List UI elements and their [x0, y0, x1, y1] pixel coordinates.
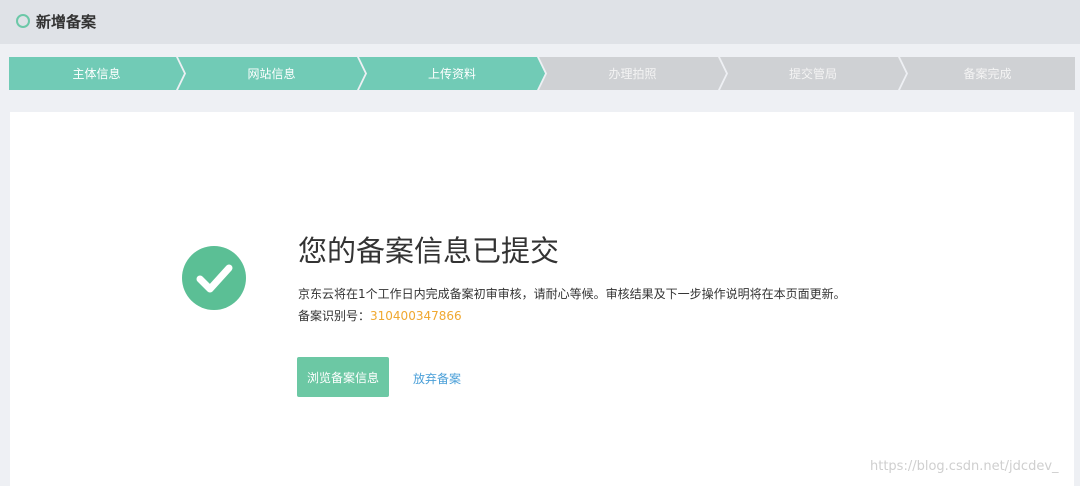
step-label: 网站信息 — [247, 67, 296, 81]
step-label: 办理拍照 — [608, 67, 657, 81]
step-website-info: 网站信息 — [178, 57, 365, 90]
step-complete: 备案完成 — [900, 57, 1075, 90]
step-label: 上传资料 — [427, 67, 476, 81]
success-title: 您的备案信息已提交 — [298, 234, 560, 268]
check-circle-icon — [182, 246, 246, 310]
record-id-label: 备案识别号： — [298, 309, 371, 323]
step-label: 备案完成 — [963, 67, 1012, 81]
step-submit-bureau: 提交管局 — [720, 57, 906, 90]
page-header: 新增备案 — [0, 0, 1080, 44]
record-id-line: 备案识别号：310400347866 — [298, 307, 462, 324]
review-description: 京东云将在1个工作日内完成备案初审审核，请耐心等候。审核结果及下一步操作说明将在… — [298, 287, 846, 301]
step-label: 主体信息 — [72, 67, 121, 81]
record-id-value: 310400347866 — [370, 309, 462, 323]
view-record-button[interactable]: 浏览备案信息 — [297, 357, 389, 397]
watermark: https://blog.csdn.net/jdcdev_ — [870, 459, 1059, 474]
abandon-record-link[interactable]: 放弃备案 — [413, 370, 461, 387]
progress-steps: 主体信息 网站信息 上传资料 办理拍照 提交管局 备案完成 — [9, 57, 1075, 90]
step-photo: 办理拍照 — [539, 57, 726, 90]
circle-icon — [16, 14, 30, 28]
step-upload-materials: 上传资料 — [359, 57, 545, 90]
step-subject-info: 主体信息 — [9, 57, 184, 90]
page-title: 新增备案 — [36, 13, 97, 31]
step-label: 提交管局 — [788, 67, 837, 81]
